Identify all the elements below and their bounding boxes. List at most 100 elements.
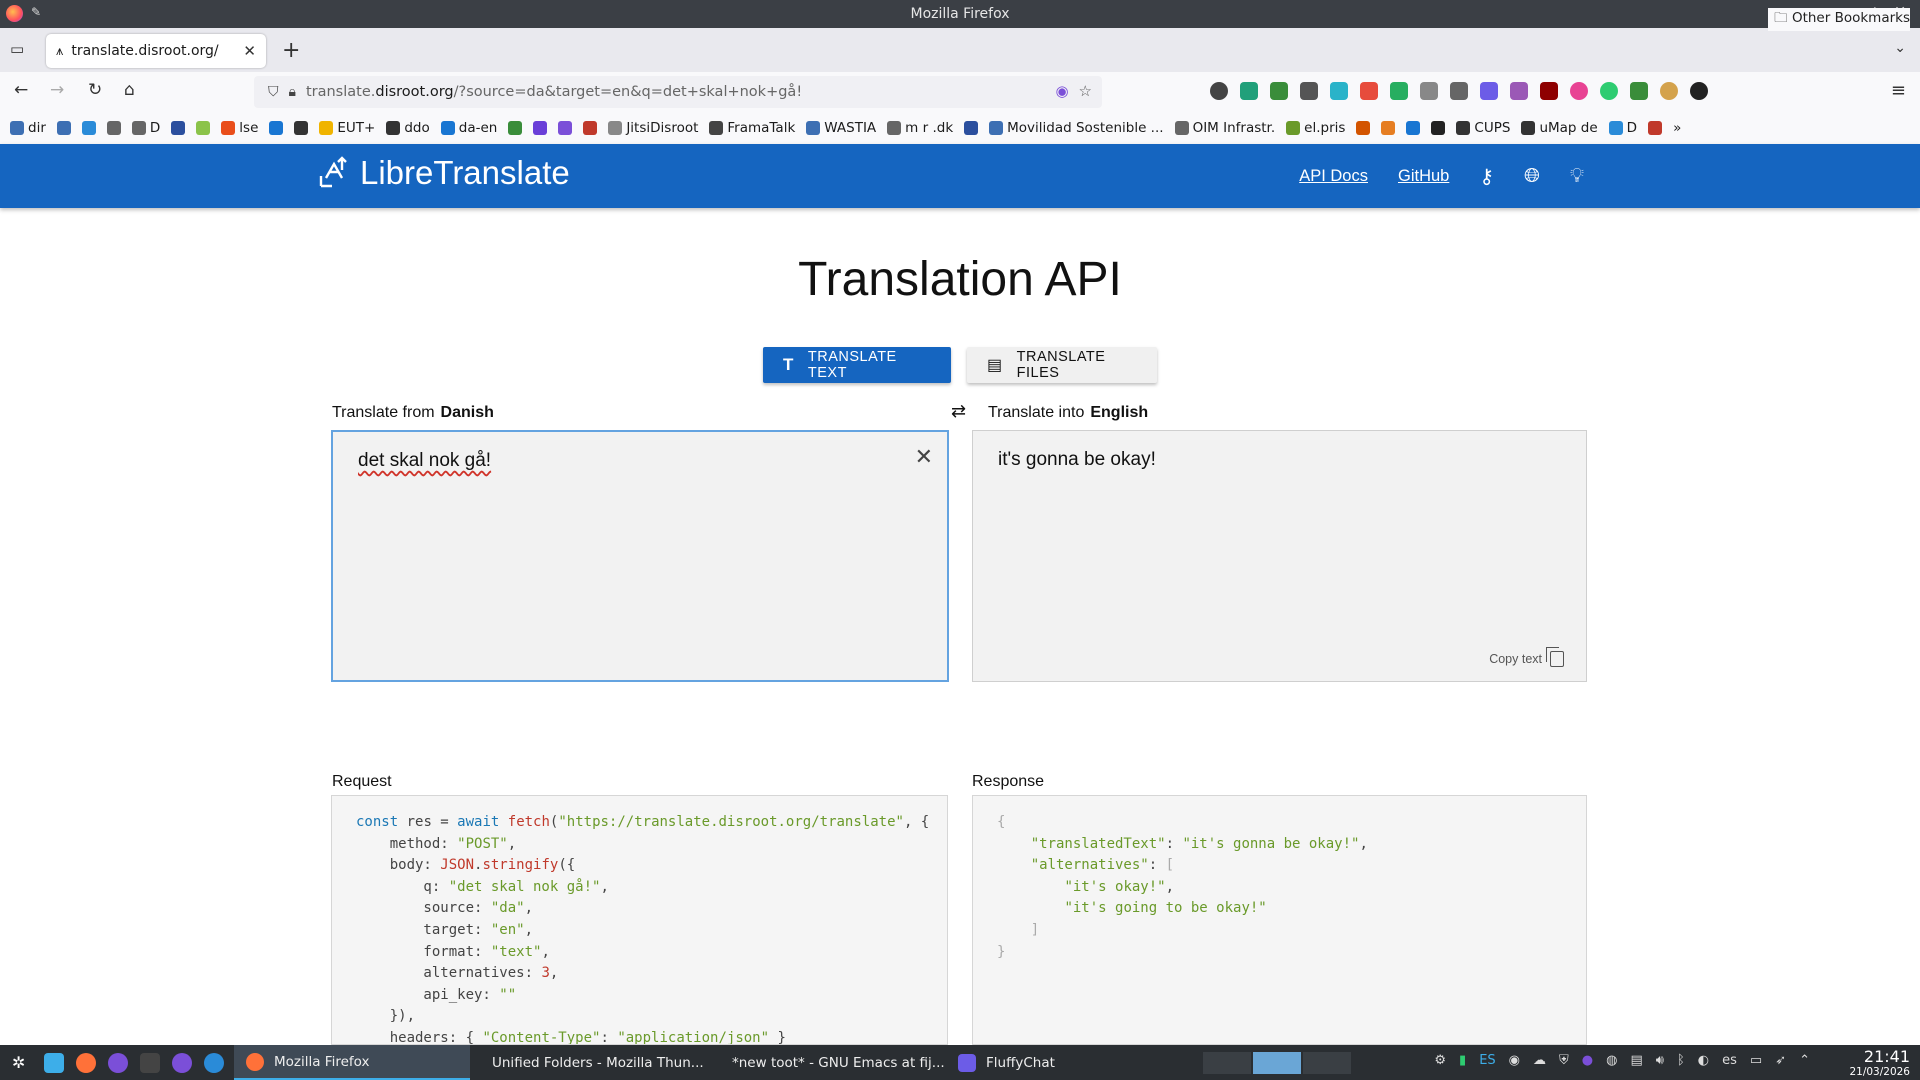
extension-icon[interactable] bbox=[1600, 82, 1618, 100]
hamburger-menu-icon[interactable]: ≡ bbox=[1891, 80, 1906, 101]
bookmark-item[interactable]: el.pris bbox=[1286, 120, 1345, 136]
extension-icon[interactable] bbox=[1690, 82, 1708, 100]
bookmark-item[interactable] bbox=[196, 121, 211, 135]
ublock-icon[interactable] bbox=[1540, 82, 1558, 100]
chromium-icon[interactable] bbox=[204, 1052, 224, 1073]
lock-icon[interactable]: 🔒︎ bbox=[289, 84, 296, 100]
source-text[interactable]: det skal nok gå! bbox=[358, 450, 491, 471]
clock[interactable]: 21:41 21/03/2026 bbox=[1849, 1047, 1910, 1078]
source-language[interactable]: Danish bbox=[441, 404, 494, 421]
extension-icon[interactable] bbox=[1450, 82, 1468, 100]
desktop-3[interactable] bbox=[1302, 1051, 1352, 1075]
bookmark-item[interactable]: CUPS bbox=[1456, 120, 1510, 136]
extension-icon[interactable] bbox=[1270, 82, 1288, 100]
bookmark-item[interactable] bbox=[1648, 121, 1663, 135]
bookmark-item[interactable] bbox=[964, 121, 979, 135]
bookmark-item[interactable] bbox=[81, 121, 96, 135]
tray-app-icon[interactable]: ◍ bbox=[1606, 1053, 1617, 1068]
extension-icon[interactable] bbox=[1360, 82, 1378, 100]
bookmark-item[interactable]: D bbox=[131, 120, 160, 136]
emacs-extension-icon[interactable]: ◉ bbox=[1055, 82, 1068, 100]
clear-icon[interactable]: ✕ bbox=[915, 444, 933, 470]
emacs-launcher-icon[interactable] bbox=[108, 1052, 128, 1073]
bookmark-item[interactable] bbox=[1406, 121, 1421, 135]
target-language-label[interactable]: Translate into English bbox=[988, 404, 1148, 422]
source-text-input[interactable]: det skal nok gå! ✕ bbox=[331, 430, 949, 682]
lightbulb-icon[interactable]: 💡︎ bbox=[1570, 165, 1584, 188]
bookmark-item[interactable] bbox=[583, 121, 598, 135]
key-icon[interactable]: ⚷ bbox=[1479, 164, 1494, 189]
eye-icon[interactable]: ◉ bbox=[1509, 1053, 1520, 1068]
api-docs-link[interactable]: API Docs bbox=[1299, 167, 1368, 186]
tray-app-icon[interactable]: ◐ bbox=[1698, 1053, 1709, 1068]
bookmark-item[interactable] bbox=[56, 121, 71, 135]
bookmark-item[interactable] bbox=[558, 121, 573, 135]
reload-icon[interactable]: ↻ bbox=[88, 80, 102, 100]
vpn-icon[interactable]: ⛨ bbox=[1559, 1053, 1569, 1068]
tab-close-icon[interactable]: ✕ bbox=[243, 42, 256, 60]
bookmark-item[interactable]: EUT+ bbox=[319, 120, 375, 136]
bookmark-item[interactable] bbox=[1431, 121, 1446, 135]
bookmark-item[interactable]: ddo bbox=[386, 120, 430, 136]
extension-icon[interactable] bbox=[1390, 82, 1408, 100]
new-tab-icon[interactable]: + bbox=[282, 38, 300, 63]
extension-icon[interactable] bbox=[1510, 82, 1528, 100]
bookmarks-overflow-icon[interactable]: » bbox=[1673, 120, 1681, 136]
emacs-launcher-icon[interactable] bbox=[172, 1052, 192, 1073]
bookmark-item[interactable]: FramaTalk bbox=[709, 120, 795, 136]
copy-text-button[interactable]: Copy text bbox=[1489, 647, 1564, 667]
bookmark-item[interactable]: WASTIA bbox=[806, 120, 876, 136]
bookmark-item[interactable]: lse bbox=[221, 120, 258, 136]
brand-logo[interactable]: LibreTranslate bbox=[318, 154, 570, 192]
volume-icon[interactable]: 🔊︎ bbox=[1656, 1053, 1664, 1068]
bookmark-item[interactable] bbox=[508, 121, 523, 135]
firefox-launcher-icon[interactable] bbox=[76, 1052, 96, 1073]
display-icon[interactable]: ▭ bbox=[1750, 1053, 1762, 1068]
bookmark-item[interactable] bbox=[1381, 121, 1396, 135]
bookmark-item[interactable]: dir bbox=[10, 120, 46, 136]
bookmark-item[interactable] bbox=[171, 121, 186, 135]
extension-icon[interactable] bbox=[1240, 82, 1258, 100]
bookmark-item[interactable]: D bbox=[1608, 120, 1637, 136]
github-link[interactable]: GitHub bbox=[1398, 167, 1449, 186]
extension-icon[interactable] bbox=[1210, 82, 1228, 100]
puzzle-icon[interactable] bbox=[1420, 82, 1438, 100]
bookmark-item[interactable]: JitsiDisroot bbox=[608, 120, 698, 136]
rocket-icon[interactable]: ➶ bbox=[1775, 1053, 1786, 1068]
bookmark-item[interactable]: da-en bbox=[440, 120, 497, 136]
app-launcher-icon[interactable]: ✲ bbox=[12, 1053, 32, 1073]
extension-icon[interactable] bbox=[1660, 82, 1678, 100]
keyboard-layout[interactable]: es bbox=[1722, 1053, 1737, 1068]
globe-icon[interactable]: 🌐︎ bbox=[1524, 165, 1540, 188]
tray-app-icon[interactable]: ● bbox=[1582, 1053, 1593, 1068]
url-bar[interactable]: ⛉ 🔒︎ translate. disroot.org/?source=da&ta… bbox=[254, 76, 1102, 108]
bookmark-item[interactable] bbox=[294, 121, 309, 135]
extension-icon[interactable] bbox=[1570, 82, 1588, 100]
bookmark-item[interactable]: OIM Infrastr. bbox=[1174, 120, 1275, 136]
extension-icon[interactable] bbox=[1300, 82, 1318, 100]
extension-icon[interactable] bbox=[1480, 82, 1498, 100]
virtual-desktop-pager[interactable] bbox=[1202, 1051, 1352, 1075]
extension-icon[interactable] bbox=[1330, 82, 1348, 100]
clipboard-icon[interactable]: ▤ bbox=[1630, 1053, 1642, 1068]
desktop-1[interactable] bbox=[1202, 1051, 1252, 1075]
taskbar-item-firefox[interactable]: Mozilla Firefox bbox=[234, 1045, 470, 1080]
bookmark-item[interactable]: m r .dk bbox=[887, 120, 953, 136]
tab-list-icon[interactable]: ▭ bbox=[10, 40, 30, 60]
browser-tab-active[interactable]: ⩚ translate.disroot.org/ ✕ bbox=[46, 34, 266, 68]
shield-icon[interactable]: ⛉ bbox=[268, 84, 279, 100]
translate-text-button[interactable]: T TRANSLATE TEXT bbox=[763, 347, 951, 383]
bookmark-item[interactable]: Movilidad Sostenible ... bbox=[989, 120, 1164, 136]
translate-files-button[interactable]: ▤ TRANSLATE FILES bbox=[967, 347, 1157, 383]
chevron-down-icon[interactable]: ⌄ bbox=[1894, 40, 1906, 56]
other-bookmarks[interactable]: 🗀︎ Other Bookmarks bbox=[1768, 8, 1910, 31]
home-icon[interactable]: ⌂ bbox=[124, 80, 135, 100]
forward-icon[interactable]: → bbox=[50, 80, 64, 100]
pin-icon[interactable]: ✎ bbox=[31, 5, 41, 22]
bookmark-item[interactable] bbox=[269, 121, 284, 135]
response-code-block[interactable]: { "translatedText": "it's gonna be okay!… bbox=[972, 795, 1587, 1045]
desktop-2[interactable] bbox=[1252, 1051, 1302, 1075]
keyboard-layout-short[interactable]: ES bbox=[1479, 1053, 1495, 1068]
battery-icon[interactable]: ▮ bbox=[1459, 1053, 1466, 1068]
taskbar-item-fluffychat[interactable]: FluffyChat bbox=[946, 1045, 1126, 1080]
